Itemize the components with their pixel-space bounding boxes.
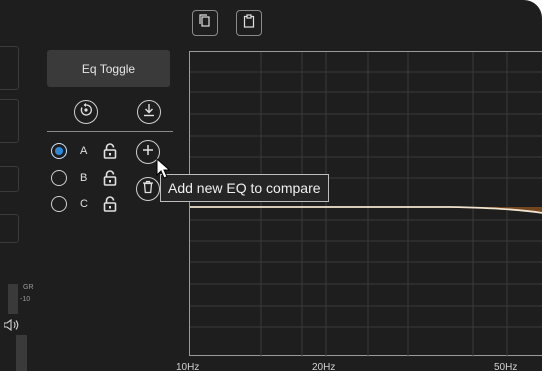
preset-a-radio[interactable] [51,143,67,159]
eq-graph-grid [190,52,542,357]
speaker-icon[interactable] [3,318,20,334]
preset-c-label: C [80,198,88,210]
freq-label-20hz: 20Hz [312,362,336,371]
panel-divider [47,131,173,132]
preset-c-radio[interactable] [51,196,67,212]
left-control-1[interactable] [0,46,19,90]
plus-icon [142,143,154,161]
paste-button[interactable] [236,10,262,36]
preset-b-radio[interactable] [51,170,67,186]
copy-icon [198,13,212,33]
reset-icon [79,102,93,122]
trash-icon [142,180,154,199]
gr-meter [8,284,18,314]
eq-toggle-button[interactable]: Eq Toggle [47,50,170,87]
clipboard-icon [242,13,256,33]
unlock-icon[interactable] [103,170,117,191]
left-control-2[interactable] [0,99,19,143]
eq-graph[interactable] [189,51,542,357]
left-control-4[interactable] [0,214,19,243]
output-meter [16,335,27,371]
unlock-icon[interactable] [103,196,117,217]
freq-label-10hz: 10Hz [176,362,200,371]
gr-label: GR [23,284,34,291]
gr-meter-value: -10 [20,296,31,303]
left-control-3[interactable] [0,166,19,192]
preset-b-label: B [80,172,88,184]
download-icon [142,103,156,122]
freq-label-50hz: 50Hz [494,362,518,371]
unlock-icon[interactable] [103,143,117,164]
copy-button[interactable] [192,10,218,36]
plugin-window: GR -10 Eq Toggle A B C 10Hz 20Hz 50Hz Ad… [0,0,542,371]
mouse-cursor-icon [156,157,171,185]
reset-button[interactable] [74,100,98,124]
download-button[interactable] [137,100,161,124]
preset-a-label: A [80,145,88,157]
add-eq-tooltip: Add new EQ to compare [160,174,329,202]
